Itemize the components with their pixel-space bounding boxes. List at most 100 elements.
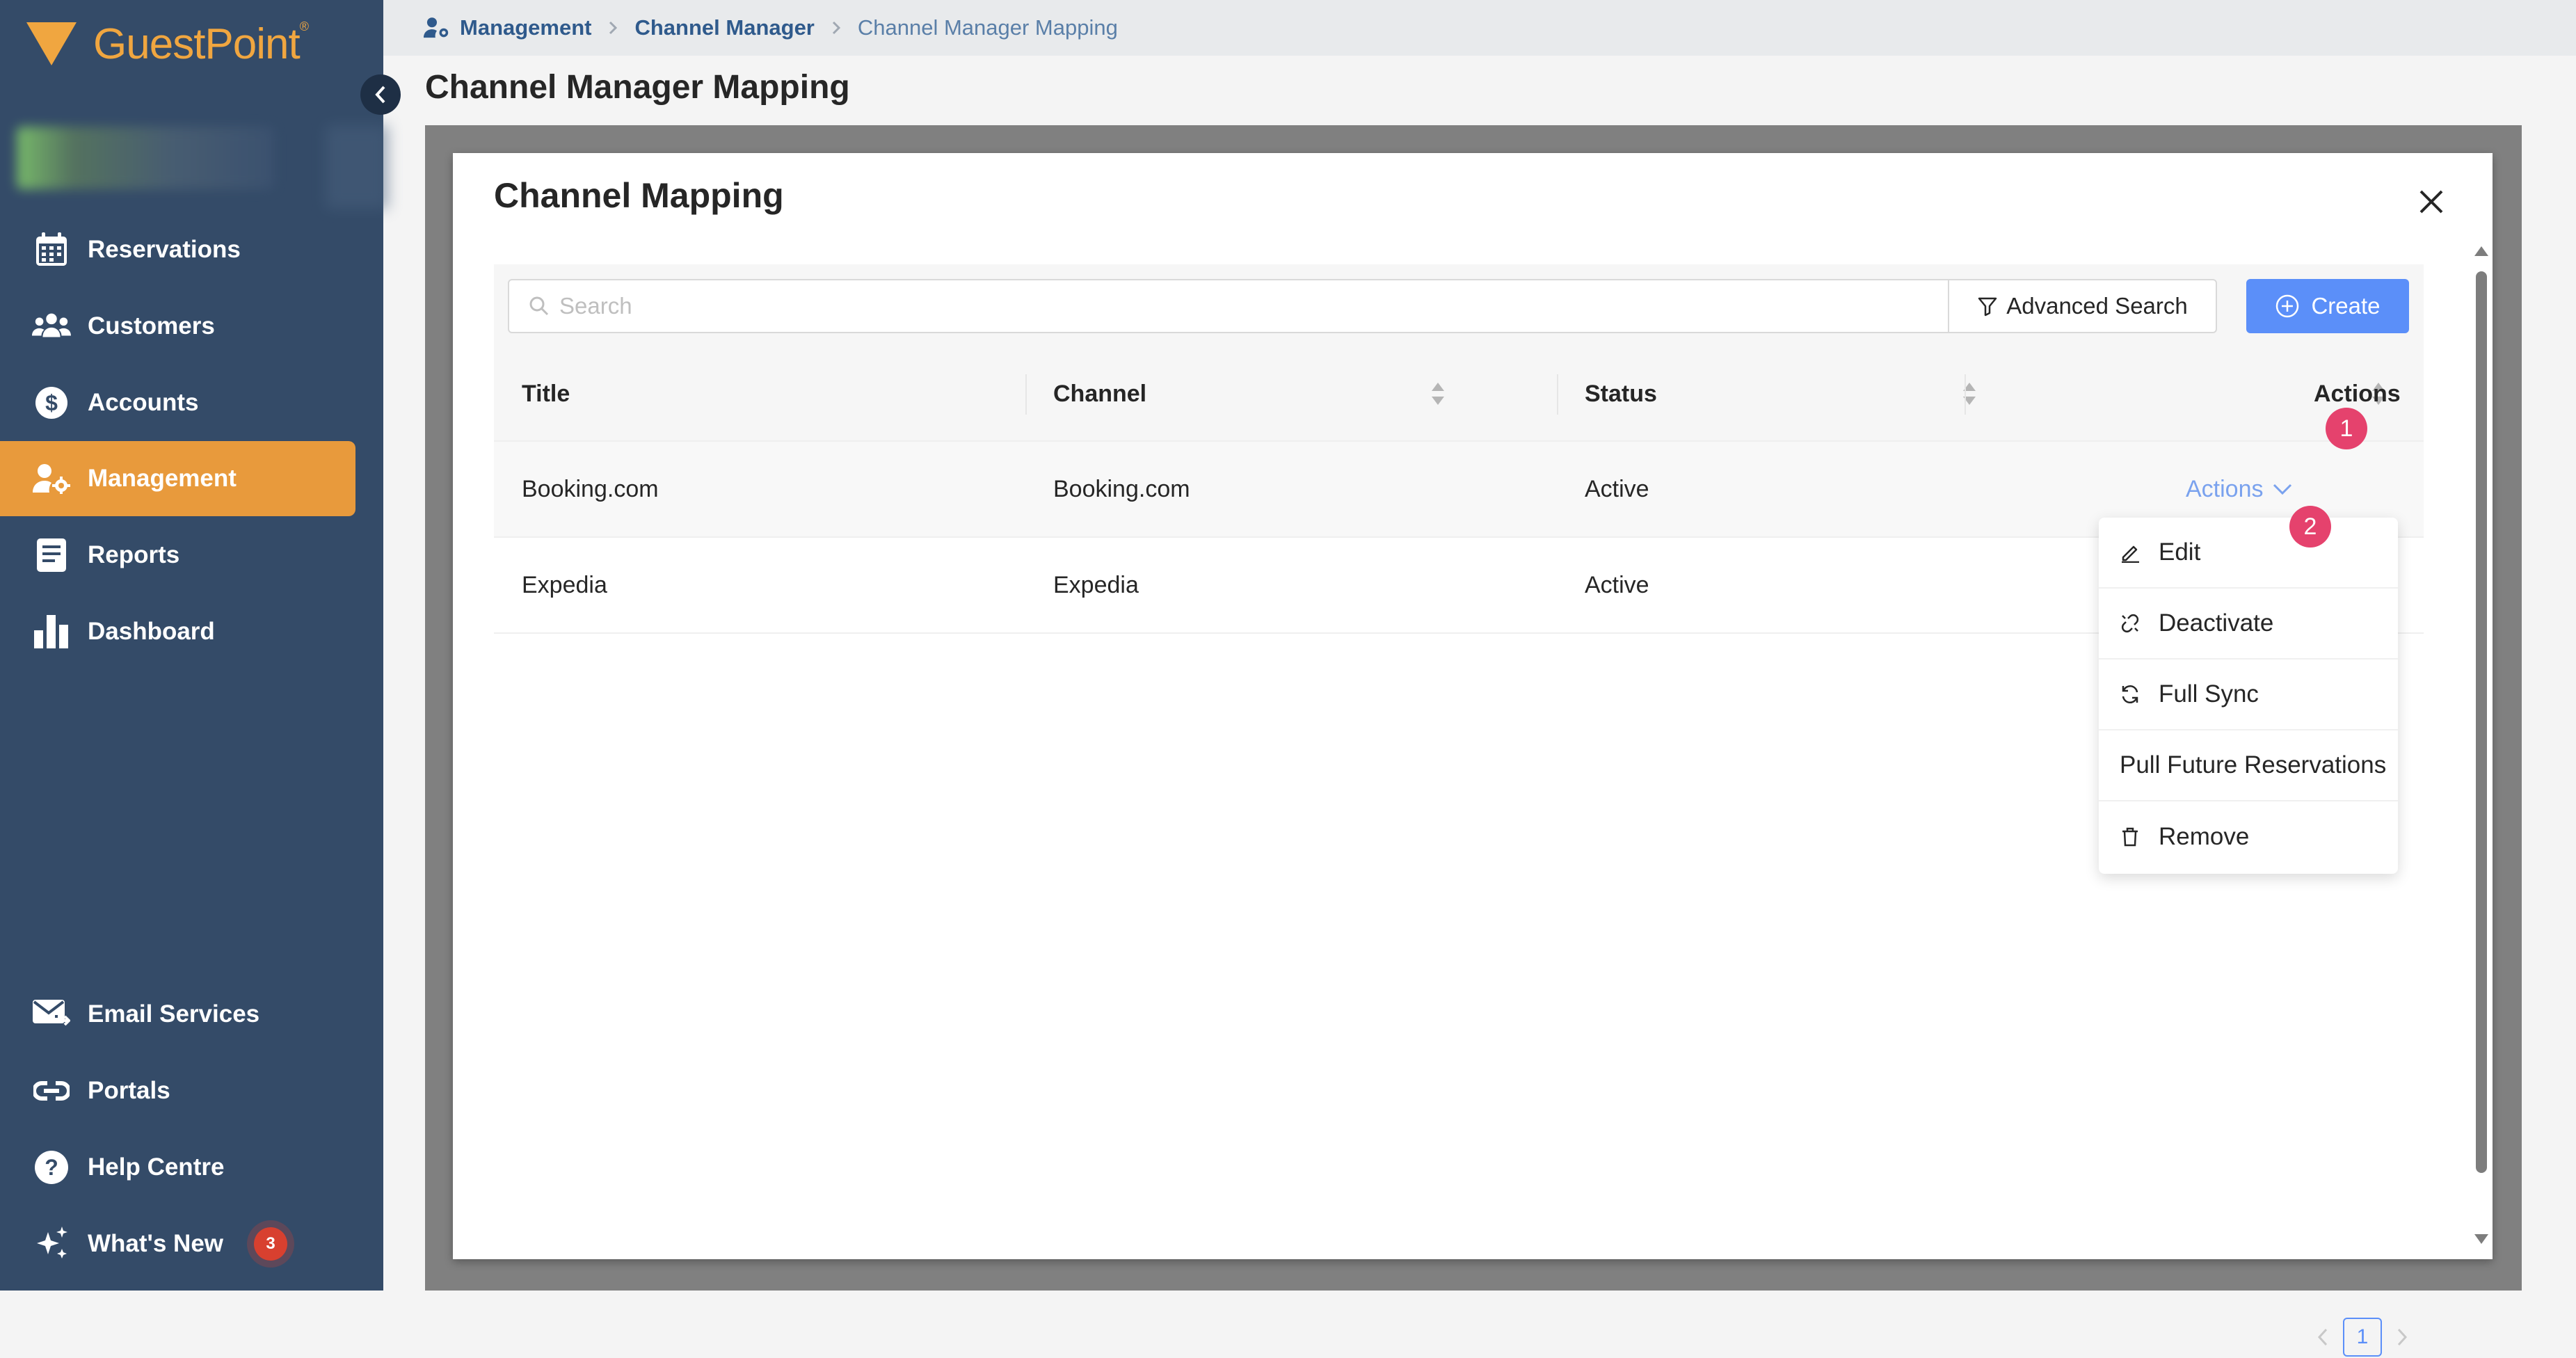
sidebar-item-reservations[interactable]: Reservations — [0, 212, 355, 287]
actions-menu: Edit Deactivate Full Sync Pull Future Re… — [2099, 518, 2398, 874]
calendar-icon — [32, 230, 71, 269]
scrollbar-thumb[interactable] — [2476, 271, 2487, 1173]
brand-name: GuestPoint® — [93, 19, 309, 68]
menu-item-label: Pull Future Reservations — [2120, 751, 2387, 778]
email-icon — [32, 995, 71, 1034]
chevron-left-icon — [375, 86, 385, 104]
menu-item-deactivate[interactable]: Deactivate — [2099, 589, 2398, 660]
sync-icon — [2120, 684, 2142, 705]
menu-item-edit[interactable]: Edit — [2099, 518, 2398, 589]
cell-channel: Expedia — [1053, 571, 1139, 598]
menu-item-remove[interactable]: Remove — [2099, 801, 2398, 872]
breadcrumb: Management Channel Manager Channel Manag… — [383, 0, 2576, 56]
channel-mapping-modal: Channel Mapping Search Advanced Search C… — [453, 153, 2493, 1357]
sidebar-item-label: Reservations — [88, 236, 241, 263]
cell-channel: Booking.com — [1053, 475, 1190, 502]
dollar-icon: $ — [32, 383, 71, 422]
breadcrumb-separator-icon — [608, 20, 618, 35]
sort-icon[interactable] — [1430, 381, 1446, 406]
notification-badge: 3 — [254, 1227, 288, 1261]
logo[interactable]: GuestPoint® — [26, 19, 309, 68]
search-input[interactable]: Search — [508, 279, 1949, 333]
breadcrumb-item-channel-manager[interactable]: Channel Manager — [634, 15, 814, 40]
menu-item-pull-future-reservations[interactable]: Pull Future Reservations — [2099, 730, 2398, 801]
account-switcher[interactable] — [17, 127, 274, 189]
column-divider — [1025, 374, 1027, 415]
advanced-search-label: Advanced Search — [2006, 293, 2188, 319]
sidebar-item-label: Help Centre — [88, 1153, 225, 1181]
next-page-icon[interactable] — [2396, 1327, 2408, 1347]
menu-item-label: Full Sync — [2159, 680, 2259, 708]
table-toolbar: Search Advanced Search Create — [494, 264, 2424, 348]
document-icon — [32, 536, 71, 575]
menu-item-label: Deactivate — [2159, 609, 2274, 637]
column-header-status[interactable]: Status — [1585, 348, 1657, 440]
prev-page-icon[interactable] — [2317, 1327, 2329, 1347]
breadcrumb-item-current: Channel Manager Mapping — [857, 15, 1118, 40]
user-gear-icon — [32, 459, 71, 498]
pagination: 1 — [2317, 1316, 2408, 1358]
sidebar-item-accounts[interactable]: $ Accounts — [0, 365, 355, 440]
close-icon — [2419, 190, 2443, 214]
table-header: Title Channel Status Actions — [494, 348, 2424, 442]
collapse-sidebar-button[interactable] — [360, 74, 401, 115]
modal-scrollbar[interactable] — [2470, 245, 2493, 1248]
menu-item-label: Remove — [2159, 823, 2250, 850]
edit-icon — [2120, 542, 2142, 563]
sidebar-item-label: Dashboard — [88, 618, 215, 645]
sidebar-item-reports[interactable]: Reports — [0, 518, 355, 593]
filter-icon — [1978, 297, 1997, 317]
search-placeholder: Search — [559, 293, 632, 319]
page-title: Channel Manager Mapping — [425, 69, 850, 106]
sidebar-item-email-services[interactable]: Email Services — [0, 977, 355, 1052]
bar-chart-icon — [32, 612, 71, 651]
cell-title: Expedia — [522, 571, 607, 598]
search-icon — [529, 296, 549, 316]
sidebar-item-label: Email Services — [88, 1000, 260, 1028]
create-button[interactable]: Create — [2246, 279, 2409, 333]
column-divider — [1965, 374, 1966, 415]
breadcrumb-separator-icon — [831, 20, 841, 35]
sidebar-item-customers[interactable]: Customers — [0, 289, 355, 364]
logo-triangle-icon — [26, 22, 77, 65]
sidebar-item-help-centre[interactable]: ? Help Centre — [0, 1130, 355, 1205]
svg-text:?: ? — [45, 1155, 58, 1180]
scroll-down-icon[interactable] — [2473, 1233, 2490, 1245]
svg-text:$: $ — [45, 390, 58, 415]
user-gear-icon — [424, 17, 449, 38]
column-header-title[interactable]: Title — [522, 348, 570, 440]
column-header-channel[interactable]: Channel — [1053, 348, 1146, 440]
column-divider — [1557, 374, 1558, 415]
sidebar: GuestPoint® Reservations Customers $ Acc… — [0, 0, 388, 1291]
sidebar-item-portals[interactable]: Portals — [0, 1053, 355, 1128]
cell-status: Active — [1585, 475, 1649, 502]
sidebar-item-whats-new[interactable]: What's New 3 — [0, 1206, 355, 1281]
users-icon — [32, 307, 71, 346]
close-button[interactable] — [2410, 181, 2452, 223]
page-number[interactable]: 1 — [2343, 1318, 2382, 1357]
breadcrumb-item-management[interactable]: Management — [424, 15, 591, 40]
cell-title: Booking.com — [522, 475, 659, 502]
cell-status: Active — [1585, 571, 1649, 598]
link-icon — [32, 1071, 71, 1110]
sidebar-item-management[interactable]: Management — [0, 441, 355, 516]
advanced-search-button[interactable]: Advanced Search — [1948, 279, 2217, 333]
sidebar-item-label: Portals — [88, 1077, 170, 1104]
modal-title: Channel Mapping — [494, 176, 784, 215]
help-icon: ? — [32, 1148, 71, 1187]
menu-item-full-sync[interactable]: Full Sync — [2099, 660, 2398, 730]
sidebar-item-label: What's New — [88, 1230, 224, 1257]
scroll-up-icon[interactable] — [2473, 245, 2490, 257]
plus-circle-icon — [2276, 294, 2299, 318]
sidebar-item-label: Accounts — [88, 389, 199, 416]
sidebar-item-label: Customers — [88, 312, 215, 340]
unlink-icon — [2120, 613, 2142, 634]
sidebar-item-label: Reports — [88, 541, 180, 568]
sidebar-item-dashboard[interactable]: Dashboard — [0, 594, 355, 669]
trash-icon — [2120, 826, 2142, 847]
menu-item-label: Edit — [2159, 538, 2201, 566]
step-marker-2: 2 — [2289, 506, 2331, 548]
account-switcher-chevron[interactable] — [326, 125, 388, 209]
step-marker-1: 1 — [2326, 408, 2367, 449]
sparkle-icon — [32, 1224, 71, 1263]
